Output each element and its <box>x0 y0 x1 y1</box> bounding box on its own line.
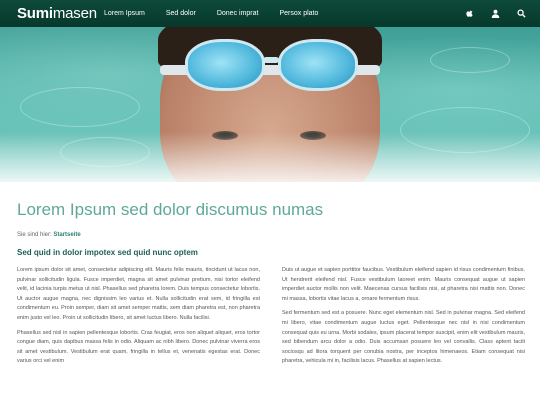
search-icon[interactable] <box>517 9 526 18</box>
paragraph: Duis ut augue et sapien porttitor faucib… <box>282 267 525 302</box>
paragraph: Sed fermentum sed est a posuere. Nunc eg… <box>282 310 525 365</box>
left-column: Lorem ipsum dolor sit amet, consectetur … <box>17 266 260 372</box>
main-nav: Lorem Ipsum Sed dolor Donec imprat Perso… <box>104 0 339 27</box>
apple-icon[interactable] <box>465 9 474 18</box>
logo-bold-text: Sumi <box>17 5 53 22</box>
paragraph: Lorem ipsum dolor sit amet, consectetur … <box>17 267 260 321</box>
site-logo[interactable]: Sumimasen <box>17 5 97 22</box>
breadcrumb: Sie sind hier: Startseite <box>17 232 525 238</box>
logo-light-text: masen <box>52 5 97 22</box>
page-title: Lorem Ipsum sed dolor discumus numas <box>17 200 324 219</box>
user-icon[interactable] <box>491 9 500 18</box>
breadcrumb-label: Sie sind hier: <box>17 232 52 238</box>
goggle-left-lens <box>185 39 265 91</box>
nav-item-sed-dolor[interactable]: Sed dolor <box>166 10 196 17</box>
nav-item-lorem-ipsum[interactable]: Lorem Ipsum <box>104 10 145 17</box>
main-content: Lorem Ipsum sed dolor discumus numas Sie… <box>17 200 525 372</box>
header-tools <box>448 0 526 27</box>
top-navigation-bar: Sumimasen Lorem Ipsum Sed dolor Donec im… <box>0 0 540 27</box>
goggle-right-lens <box>278 39 358 91</box>
right-column: Duis ut augue et sapien porttitor faucib… <box>282 266 525 372</box>
nav-item-donec-imprat[interactable]: Donec imprat <box>217 10 259 17</box>
breadcrumb-home-link[interactable]: Startseite <box>53 232 80 238</box>
section-subheading: Sed quid in dolor impotex sed quid nunc … <box>17 248 198 257</box>
text-columns: Lorem ipsum dolor sit amet, consectetur … <box>17 266 525 372</box>
nav-item-persox-plato[interactable]: Persox plato <box>279 10 318 17</box>
hero-image <box>0 27 540 182</box>
paragraph: Phasellus sed nisl in sapien pellentesqu… <box>17 329 260 365</box>
